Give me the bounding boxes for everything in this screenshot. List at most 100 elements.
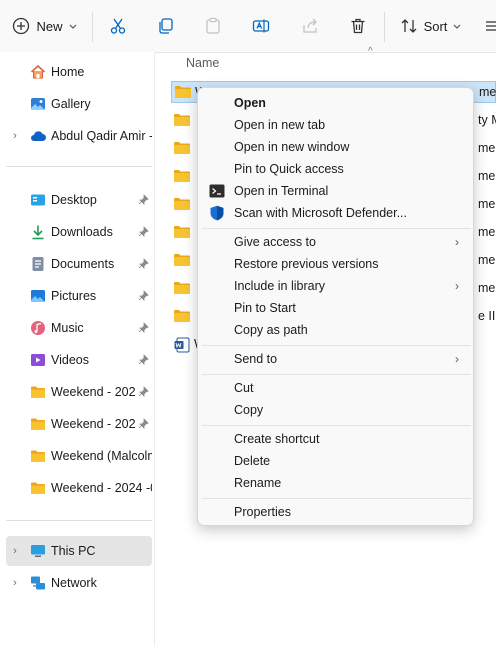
file-name-overflow: mero bbox=[478, 169, 496, 183]
sidebar-item-weekend-folder[interactable]: Weekend (Malcolm bbox=[6, 441, 152, 471]
defender-shield-icon bbox=[210, 205, 224, 221]
menu-item-copy[interactable]: Copy bbox=[202, 399, 469, 421]
pin-icon[interactable] bbox=[138, 386, 149, 397]
sidebar-item-weekend-folder[interactable]: Weekend - 2024 bbox=[6, 377, 152, 407]
rename-button[interactable] bbox=[249, 12, 273, 40]
sidebar-item-desktop[interactable]: Desktop bbox=[6, 185, 152, 215]
menu-item-delete[interactable]: Delete bbox=[202, 450, 469, 472]
menu-item-properties[interactable]: Properties bbox=[202, 501, 469, 523]
menu-item-rename[interactable]: Rename bbox=[202, 472, 469, 494]
column-header-name[interactable]: Name bbox=[186, 56, 219, 70]
menu-item-restore-previous-versions[interactable]: Restore previous versions bbox=[202, 253, 469, 275]
sidebar-item-weekend-folder[interactable]: Weekend - 2024 -0 bbox=[6, 473, 152, 503]
file-name-overflow: mero bbox=[478, 281, 496, 295]
menu-item-open-in-terminal[interactable]: Open in Terminal bbox=[202, 180, 469, 202]
sidebar-item-this-pc[interactable]: › This PC bbox=[6, 536, 152, 566]
menu-item-label: Send to bbox=[234, 352, 278, 366]
sort-label: Sort bbox=[423, 18, 448, 34]
chevron-right-icon[interactable]: › bbox=[10, 130, 20, 142]
folder-icon bbox=[174, 198, 190, 210]
menu-item-label: Open in Terminal bbox=[234, 184, 329, 198]
toolbar-divider bbox=[92, 12, 93, 42]
sidebar-item-gallery[interactable]: Gallery bbox=[6, 89, 152, 119]
sidebar-item-label: Home bbox=[51, 65, 85, 79]
download-icon bbox=[32, 225, 44, 240]
music-icon bbox=[31, 321, 45, 335]
menu-item-label: Delete bbox=[234, 454, 271, 468]
sidebar-divider bbox=[6, 166, 152, 167]
menu-item-label: Pin to Quick access bbox=[234, 162, 344, 176]
chevron-right-icon[interactable]: › bbox=[10, 545, 20, 557]
menu-item-label: Pin to Start bbox=[234, 301, 296, 315]
menu-item-label: Create shortcut bbox=[234, 432, 320, 446]
file-name-overflow: mero bbox=[478, 197, 496, 211]
home-icon bbox=[30, 64, 46, 79]
copy-button[interactable] bbox=[154, 12, 178, 40]
chevron-right-icon[interactable]: › bbox=[10, 577, 20, 589]
menu-separator bbox=[202, 228, 471, 229]
pin-icon[interactable] bbox=[138, 194, 149, 205]
menu-item-copy-as-path[interactable]: Copy as path bbox=[202, 319, 469, 341]
pin-icon[interactable] bbox=[138, 354, 149, 365]
sidebar-item-home[interactable]: Home bbox=[6, 57, 152, 87]
menu-item-label: Cut bbox=[234, 381, 254, 395]
menu-item-open[interactable]: Open bbox=[202, 92, 469, 114]
pin-icon[interactable] bbox=[138, 322, 149, 333]
pin-icon[interactable] bbox=[138, 258, 149, 269]
menu-item-cut[interactable]: Cut bbox=[202, 377, 469, 399]
sidebar-item-label: Weekend - 2024 -0 bbox=[51, 481, 152, 495]
menu-item-give-access-to[interactable]: Give access to › bbox=[202, 231, 469, 253]
rename-icon bbox=[252, 19, 270, 33]
sort-button[interactable]: Sort bbox=[398, 12, 464, 40]
new-button[interactable]: New bbox=[10, 12, 80, 40]
paste-icon bbox=[206, 17, 220, 34]
sidebar-item-pictures[interactable]: Pictures bbox=[6, 281, 152, 311]
view-button[interactable] bbox=[482, 12, 496, 40]
chevron-right-icon: › bbox=[455, 235, 459, 249]
menu-item-label: Restore previous versions bbox=[234, 257, 379, 271]
network-icon bbox=[31, 576, 45, 590]
sort-ascending-icon: ^ bbox=[368, 46, 373, 57]
pin-icon[interactable] bbox=[138, 418, 149, 429]
sidebar-item-label: Gallery bbox=[51, 97, 91, 111]
share-button[interactable] bbox=[298, 12, 322, 40]
file-name-overflow: mero bbox=[478, 141, 496, 155]
menu-separator bbox=[202, 374, 471, 375]
chevron-down-icon bbox=[453, 24, 461, 29]
delete-icon bbox=[351, 18, 365, 34]
menu-separator bbox=[202, 425, 471, 426]
menu-item-pin-to-quick-access[interactable]: Pin to Quick access bbox=[202, 158, 469, 180]
sidebar-item-label: Weekend - 2024 bbox=[51, 385, 135, 399]
menu-item-open-in-new-window[interactable]: Open in new window bbox=[202, 136, 469, 158]
navigation-pane: Home Gallery › Abdul Qadir Amir - Deskto… bbox=[0, 52, 155, 646]
menu-item-create-shortcut[interactable]: Create shortcut bbox=[202, 428, 469, 450]
sidebar-item-music[interactable]: Music bbox=[6, 313, 152, 343]
sidebar-item-onedrive[interactable]: › Abdul Qadir Amir - bbox=[6, 121, 152, 151]
context-menu: Open Open in new tab Open in new window … bbox=[197, 87, 474, 526]
onedrive-cloud-icon bbox=[31, 131, 46, 141]
folder-icon bbox=[31, 450, 45, 462]
menu-item-scan-with-defender[interactable]: Scan with Microsoft Defender... bbox=[202, 202, 469, 224]
paste-button[interactable] bbox=[201, 12, 225, 40]
sidebar-item-videos[interactable]: Videos bbox=[6, 345, 152, 375]
sidebar-item-documents[interactable]: Documents bbox=[6, 249, 152, 279]
terminal-icon bbox=[209, 184, 225, 198]
sidebar-item-label: Videos bbox=[51, 353, 89, 367]
menu-item-label: Open bbox=[234, 96, 266, 110]
menu-item-include-in-library[interactable]: Include in library › bbox=[202, 275, 469, 297]
this-pc-icon bbox=[31, 545, 45, 557]
cut-button[interactable] bbox=[106, 12, 130, 40]
delete-button[interactable] bbox=[346, 12, 370, 40]
sidebar-item-weekend-folder[interactable]: Weekend - 2024 bbox=[6, 409, 152, 439]
sidebar-item-downloads[interactable]: Downloads bbox=[6, 217, 152, 247]
pin-icon[interactable] bbox=[138, 290, 149, 301]
menu-item-label: Open in new tab bbox=[234, 118, 326, 132]
pin-icon[interactable] bbox=[138, 226, 149, 237]
menu-item-send-to[interactable]: Send to › bbox=[202, 348, 469, 370]
file-name-overflow: mero bbox=[478, 225, 496, 239]
sidebar-item-network[interactable]: › Network bbox=[6, 568, 152, 598]
menu-item-pin-to-start[interactable]: Pin to Start bbox=[202, 297, 469, 319]
menu-item-open-in-new-tab[interactable]: Open in new tab bbox=[202, 114, 469, 136]
videos-icon bbox=[31, 354, 45, 366]
menu-separator bbox=[202, 345, 471, 346]
